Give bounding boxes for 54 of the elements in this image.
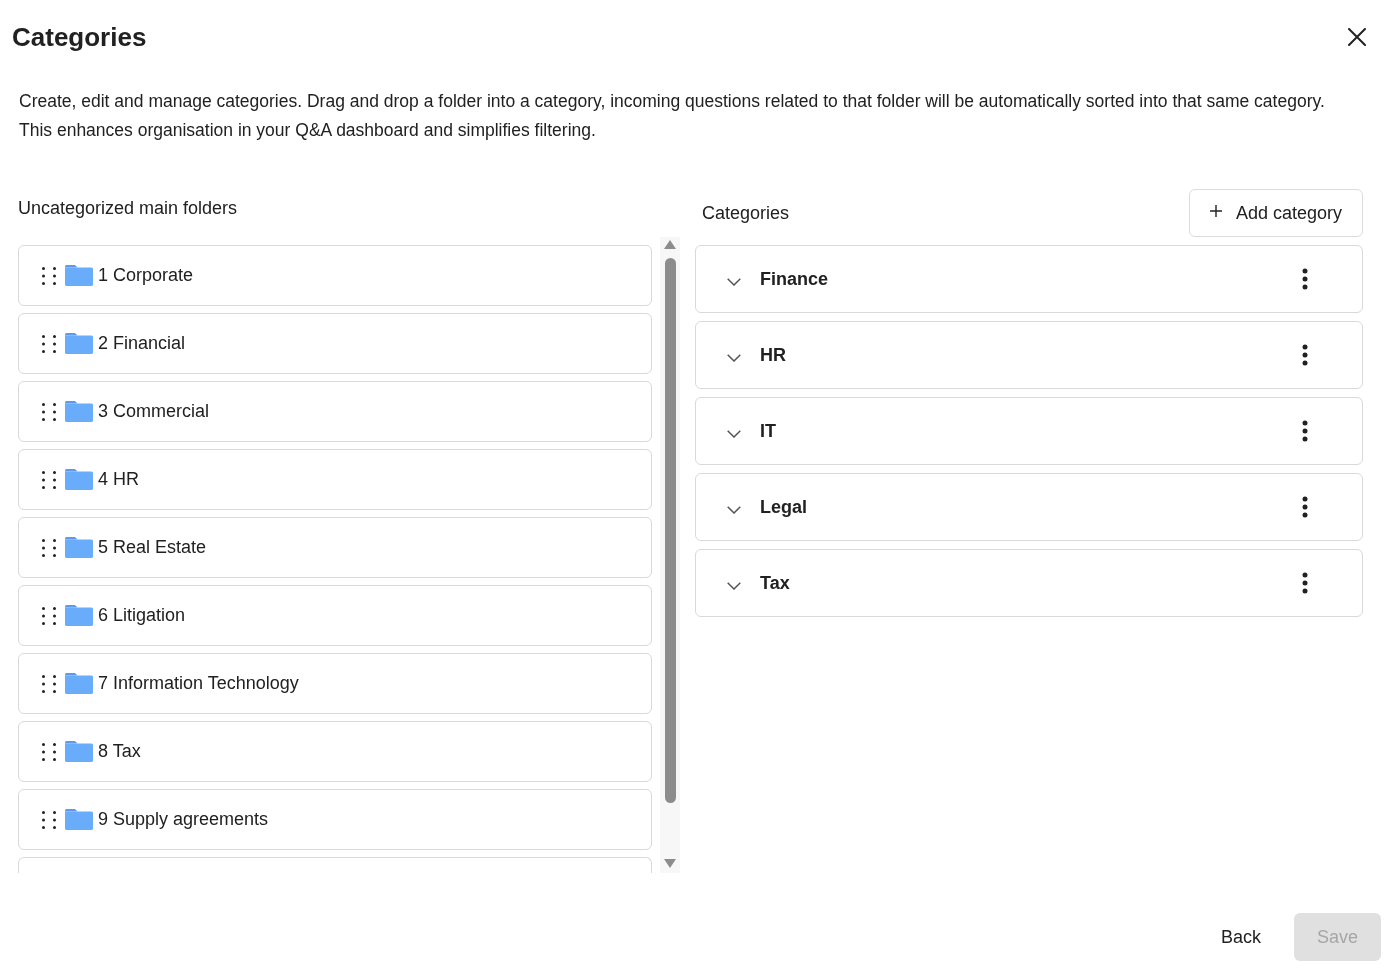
folders-heading: Uncategorized main folders (18, 197, 239, 220)
drag-handle-icon[interactable] (42, 538, 56, 557)
dialog-title: Categories (12, 21, 147, 54)
folder-icon (65, 265, 93, 286)
chevron-icon[interactable] (727, 506, 741, 514)
drag-handle-icon[interactable] (42, 742, 56, 761)
folder-card[interactable]: 3 Commercial (18, 381, 652, 442)
more-options-icon[interactable] (1302, 268, 1308, 290)
scroll-up-arrow-icon[interactable] (664, 240, 676, 249)
category-name: HR (760, 344, 787, 366)
more-options-icon[interactable] (1302, 420, 1308, 442)
category-name: IT (760, 420, 777, 442)
folder-card[interactable]: 7 Information Technology (18, 653, 652, 714)
plus-icon (1209, 205, 1222, 217)
scrollbar-thumb[interactable] (664, 258, 676, 803)
folder-icon (65, 809, 93, 830)
folder-card[interactable]: 5 Real Estate (18, 517, 652, 578)
chevron-icon[interactable] (727, 278, 741, 286)
more-options-icon[interactable] (1302, 344, 1308, 366)
drag-handle-icon[interactable] (42, 606, 56, 625)
drag-handle-icon[interactable] (42, 402, 56, 421)
more-options-icon[interactable] (1302, 572, 1308, 594)
drag-handle-icon[interactable] (42, 810, 56, 829)
back-button[interactable]: Back (1200, 913, 1281, 961)
chevron-icon[interactable] (727, 582, 741, 590)
folder-card[interactable]: 8 Tax (18, 721, 652, 782)
scroll-down-arrow-icon[interactable] (664, 859, 676, 868)
folder-icon (65, 333, 93, 354)
folder-card[interactable]: 1 Corporate (18, 245, 652, 306)
folder-icon (65, 605, 93, 626)
drag-handle-icon[interactable] (42, 266, 56, 285)
folder-icon (65, 401, 93, 422)
folder-icon (65, 741, 93, 762)
drag-handle-icon[interactable] (42, 470, 56, 489)
folder-card[interactable]: 6 Litigation (18, 585, 652, 646)
categories-heading: Categories (702, 201, 790, 225)
folder-card[interactable]: 4 HR (18, 449, 652, 510)
drag-handle-icon[interactable] (42, 334, 56, 353)
chevron-icon[interactable] (727, 354, 741, 362)
drag-handle-icon[interactable] (42, 674, 56, 693)
chevron-icon[interactable] (727, 430, 741, 438)
category-name: Tax (760, 572, 791, 594)
add-category-button[interactable]: Add category (1188, 189, 1363, 237)
dialog-description: Create, edit and manage categories. Drag and drop a folder into a category, incoming questions related to that folder will be automatically sorted into that same category. This enhances organisation in your Q&A dashboard and simplifies filtering. (19, 90, 1326, 142)
folder-card[interactable]: 9 Supply agreements (18, 789, 652, 850)
close-icon[interactable] (1348, 28, 1366, 46)
folder-icon (65, 469, 93, 490)
folder-icon (65, 673, 93, 694)
category-name: Finance (760, 268, 830, 290)
more-options-icon[interactable] (1302, 496, 1308, 518)
folder-card[interactable]: 2 Financial (18, 313, 652, 374)
folder-icon (65, 537, 93, 558)
category-name: Legal (760, 496, 808, 518)
scrollbar[interactable] (660, 237, 680, 873)
